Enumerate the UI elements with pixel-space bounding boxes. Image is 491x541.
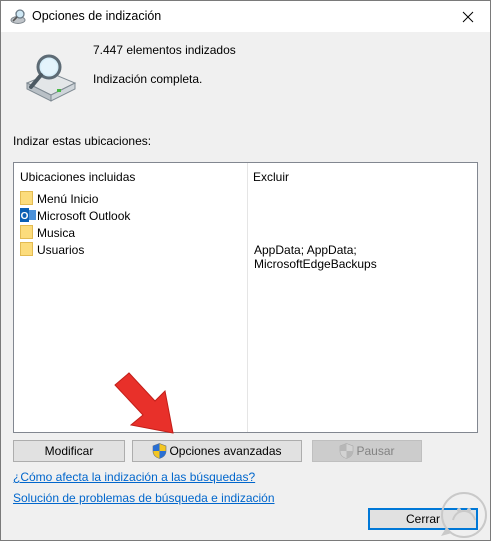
indexing-drive-icon — [25, 54, 77, 102]
folder-icon — [20, 190, 36, 206]
indexing-status: Indización completa. — [93, 72, 203, 86]
uac-shield-icon — [340, 443, 354, 459]
window-title: Opciones de indización — [32, 9, 162, 23]
close-button-label: Cerrar — [405, 512, 440, 526]
watermark-logo-icon — [441, 492, 487, 538]
advanced-options-button[interactable]: Opciones avanzadas — [132, 440, 302, 462]
close-icon — [462, 11, 474, 22]
svg-text:O: O — [21, 211, 29, 222]
location-name: Menú Inicio — [37, 192, 99, 206]
window-close-button[interactable] — [446, 1, 490, 32]
indexed-items-count: 7.447 elementos indizados — [93, 43, 236, 57]
column-header-exclude[interactable]: Excluir — [253, 170, 289, 184]
location-exclusions: AppData; AppData; MicrosoftEdgeBackups — [254, 243, 377, 271]
folder-icon — [20, 241, 36, 257]
indexing-icon — [10, 9, 26, 24]
location-name: Microsoft Outlook — [37, 209, 131, 223]
annotation-arrow-icon — [114, 372, 174, 434]
modify-button-label: Modificar — [44, 444, 94, 458]
outlook-icon: O — [20, 207, 36, 223]
advanced-options-label: Opciones avanzadas — [169, 444, 282, 458]
list-item[interactable]: Menú Inicio — [14, 190, 477, 207]
location-name: Usuarios — [37, 243, 85, 257]
list-item[interactable]: O Microsoft Outlook — [14, 207, 477, 224]
column-header-included[interactable]: Ubicaciones incluidas — [20, 170, 135, 184]
list-item[interactable]: Musica — [14, 224, 477, 241]
folder-icon — [20, 224, 36, 240]
uac-shield-icon — [153, 443, 167, 459]
pause-button[interactable]: Pausar — [312, 440, 422, 462]
pause-button-label: Pausar — [356, 444, 395, 458]
title-bar: Opciones de indización — [1, 1, 490, 32]
list-header: Ubicaciones incluidas Excluir — [14, 163, 477, 185]
troubleshoot-search-link[interactable]: Solución de problemas de búsqueda e indi… — [13, 491, 275, 505]
location-name: Musica — [37, 226, 76, 240]
list-item[interactable]: Usuarios AppData; AppData; MicrosoftEdge… — [14, 241, 477, 271]
modify-button[interactable]: Modificar — [13, 440, 125, 462]
locations-list[interactable]: Ubicaciones incluidas Excluir Menú Inici… — [13, 162, 478, 433]
indexing-options-window: Opciones de indización 7.447 elementos i… — [0, 0, 491, 541]
how-indexing-affects-link[interactable]: ¿Cómo afecta la indización a las búsqued… — [13, 470, 255, 484]
locations-label: Indizar estas ubicaciones: — [13, 134, 152, 148]
